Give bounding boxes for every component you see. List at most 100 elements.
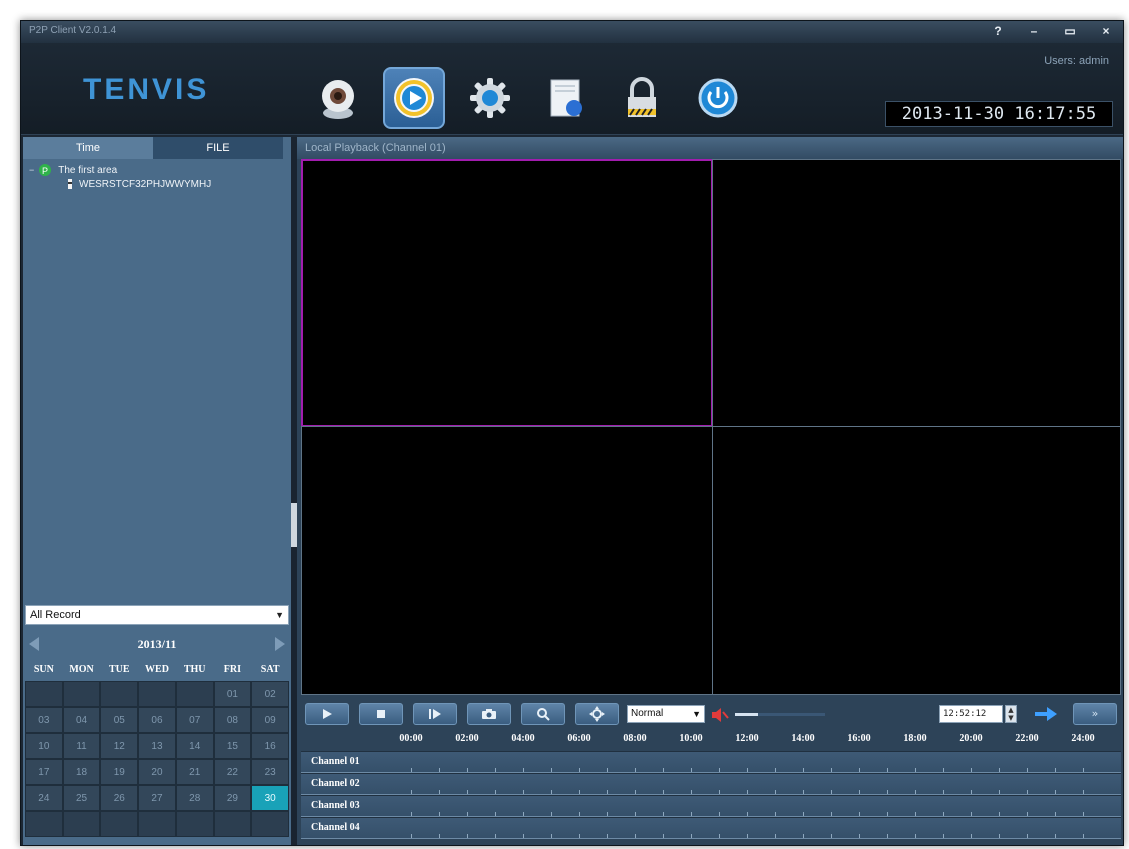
nav-playback-button[interactable] — [383, 67, 445, 129]
timeline-tick — [691, 812, 692, 816]
zoom-button[interactable] — [521, 703, 565, 725]
window-title: P2P Client V2.0.1.4 — [29, 25, 117, 36]
play-button[interactable] — [305, 703, 349, 725]
timeline-tick — [943, 812, 944, 816]
calendar-prev-month-icon[interactable] — [29, 637, 39, 651]
close-button[interactable]: × — [1095, 22, 1117, 40]
timeline-tick — [719, 812, 720, 816]
timeline-tick — [467, 834, 468, 838]
calendar-empty-cell — [175, 811, 214, 837]
timeline-channel-row[interactable]: Channel 02 — [301, 773, 1121, 795]
seek-time-input[interactable]: 12:52:12 — [939, 705, 1003, 723]
go-to-time-button[interactable] — [1031, 703, 1061, 725]
timeline-tick — [831, 834, 832, 838]
calendar-day[interactable]: 21 — [175, 759, 214, 785]
playback-speed-select[interactable]: Normal ▼ — [627, 705, 705, 723]
calendar-day[interactable]: 03 — [25, 707, 63, 733]
tab-file[interactable]: FILE — [153, 137, 283, 159]
video-pane-4[interactable] — [712, 426, 1121, 695]
nav-live-view-button[interactable] — [307, 67, 369, 129]
collapse-icon[interactable]: − — [29, 165, 34, 175]
video-pane-3[interactable] — [301, 426, 713, 695]
timeline-channel-row[interactable]: Channel 01 — [301, 751, 1121, 773]
calendar-weekday: FRI — [223, 664, 242, 675]
calendar-day[interactable]: 24 — [25, 785, 63, 811]
tree-area-node[interactable]: − P The first area — [29, 163, 285, 177]
calendar-weekday: THU — [183, 664, 206, 675]
timeline-channel-row[interactable]: Channel 03 — [301, 795, 1121, 817]
calendar-weekday: TUE — [109, 664, 130, 675]
calendar-day[interactable]: 04 — [62, 707, 101, 733]
snapshot-button[interactable] — [467, 703, 511, 725]
maximize-button[interactable]: ▭ — [1059, 22, 1081, 40]
stop-button[interactable] — [359, 703, 403, 725]
calendar-day[interactable]: 27 — [138, 785, 176, 811]
timeline-tick — [663, 834, 664, 838]
minimize-button[interactable]: – — [1023, 22, 1045, 40]
time-spinner[interactable]: ▲ ▼ — [1005, 705, 1017, 723]
calendar-day-selected[interactable]: 30 — [251, 785, 289, 811]
nav-power-button[interactable] — [687, 67, 749, 129]
video-pane-1[interactable] — [301, 159, 713, 427]
calendar-day[interactable]: 07 — [175, 707, 214, 733]
calendar-empty-cell — [62, 811, 101, 837]
volume-slider[interactable] — [735, 713, 825, 716]
timeline-tick — [1055, 834, 1056, 838]
record-filter-select[interactable]: All Record ▼ — [25, 605, 289, 625]
calendar-day[interactable]: 05 — [100, 707, 139, 733]
tree-device-node[interactable]: WESRSTCF32PHJWWYMHJ — [65, 177, 285, 191]
calendar-day[interactable]: 08 — [213, 707, 252, 733]
timeline-tick — [635, 812, 636, 816]
calendar-day[interactable]: 22 — [213, 759, 252, 785]
calendar-day[interactable]: 14 — [175, 733, 214, 759]
calendar-day[interactable]: 28 — [175, 785, 214, 811]
help-button[interactable]: ? — [987, 22, 1009, 40]
calendar-day[interactable]: 15 — [213, 733, 252, 759]
device-icon — [68, 179, 72, 189]
calendar-day[interactable]: 06 — [138, 707, 176, 733]
timeline-hour-label: 24:00 — [1071, 733, 1095, 744]
calendar-day[interactable]: 13 — [138, 733, 176, 759]
calendar-day[interactable]: 09 — [251, 707, 289, 733]
nav-log-button[interactable] — [535, 67, 597, 129]
calendar-month-label: 2013/11 — [137, 636, 177, 651]
calendar-day[interactable]: 23 — [251, 759, 289, 785]
main-area: Local Playback (Channel 01) Normal ▼ 12:… — [297, 137, 1123, 845]
calendar-day[interactable]: 16 — [251, 733, 289, 759]
calendar-day[interactable]: 12 — [100, 733, 139, 759]
expand-timeline-button[interactable]: » — [1073, 703, 1117, 725]
timeline-tick — [915, 790, 916, 794]
playback-speed-value: Normal — [631, 708, 664, 719]
calendar-day[interactable]: 20 — [138, 759, 176, 785]
calendar-day[interactable]: 11 — [62, 733, 101, 759]
calendar-day[interactable]: 25 — [62, 785, 101, 811]
timeline-tick — [691, 834, 692, 838]
video-pane-2[interactable] — [712, 159, 1121, 427]
record-filter-value: All Record — [30, 609, 81, 621]
calendar-day[interactable]: 18 — [62, 759, 101, 785]
calendar-day[interactable]: 26 — [100, 785, 139, 811]
calendar-day[interactable]: 02 — [251, 681, 289, 707]
timeline-tick — [775, 834, 776, 838]
recording-timeline: 00:00 02:00 04:00 06:00 08:00 10:00 12:00 14:00… — [301, 729, 1121, 841]
timeline-channel-row[interactable]: Channel 04 — [301, 817, 1121, 839]
title-bar[interactable]: P2P Client V2.0.1.4 ? – ▭ × — [21, 21, 1123, 43]
calendar-day[interactable]: 19 — [100, 759, 139, 785]
calendar-next-month-icon[interactable] — [275, 637, 285, 651]
calendar-day[interactable]: 17 — [25, 759, 63, 785]
tab-time[interactable]: Time — [23, 137, 153, 159]
calendar-day[interactable]: 01 — [213, 681, 252, 707]
nav-lock-button[interactable] — [611, 67, 673, 129]
timeline-tick — [635, 834, 636, 838]
mute-speaker-icon[interactable] — [711, 707, 729, 723]
calendar-day[interactable]: 29 — [213, 785, 252, 811]
calendar-day[interactable]: 10 — [25, 733, 63, 759]
dropdown-arrow-icon: ▼ — [692, 709, 701, 719]
camera-snapshot-icon — [482, 709, 496, 719]
timeline-tick — [999, 790, 1000, 794]
step-forward-button[interactable] — [413, 703, 457, 725]
fullscreen-button[interactable] — [575, 703, 619, 725]
timeline-tick — [551, 790, 552, 794]
nav-settings-button[interactable] — [459, 67, 521, 129]
timeline-tick — [803, 790, 804, 794]
